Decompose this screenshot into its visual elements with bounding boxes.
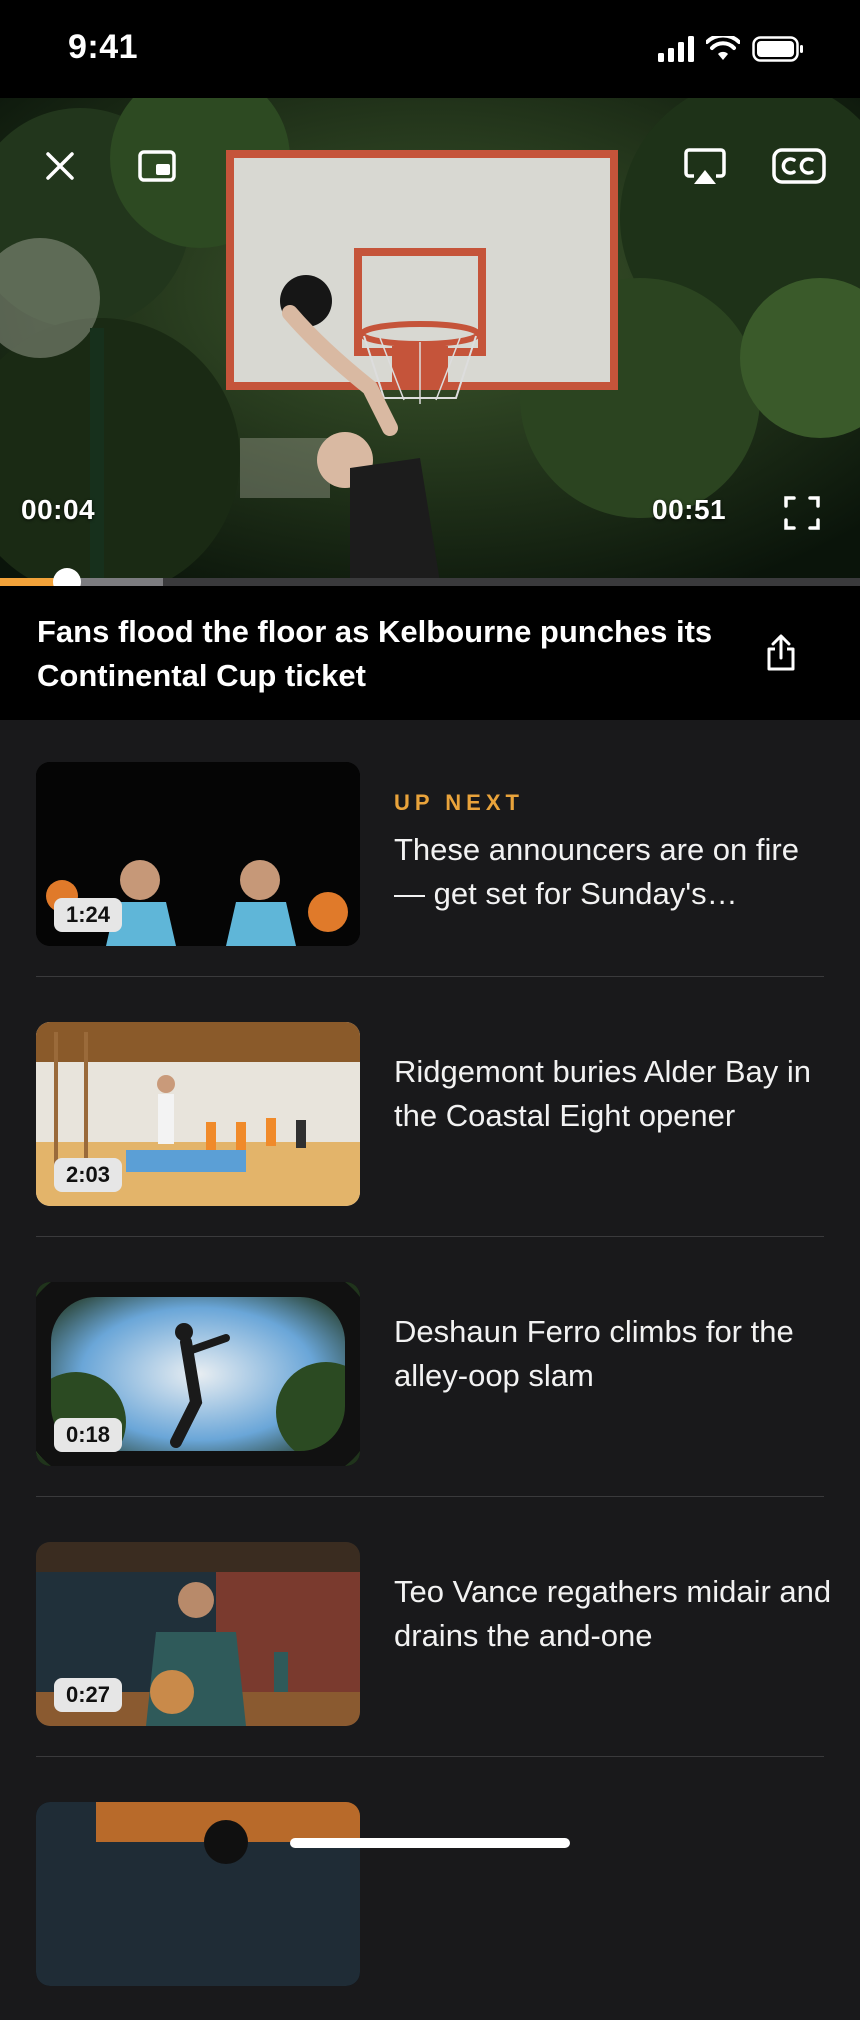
video-duration: 1:24 bbox=[54, 898, 123, 932]
picture-in-picture-icon[interactable] bbox=[138, 150, 176, 182]
signal-icon bbox=[658, 36, 694, 62]
video-frame bbox=[0, 98, 860, 582]
remaining-time: 00:51 bbox=[652, 494, 727, 525]
video-item-title: These announcers are on fire — get set f… bbox=[394, 832, 799, 911]
video-player[interactable]: 00:04 00:51 bbox=[0, 98, 860, 582]
elapsed-time: 00:04 bbox=[21, 494, 96, 525]
close-icon[interactable] bbox=[44, 150, 76, 182]
share-icon[interactable] bbox=[766, 634, 796, 672]
list-item[interactable]: 0:27 Teo Vance regathers midair and drai… bbox=[0, 1500, 860, 1760]
thumbnail-image bbox=[36, 1802, 360, 1986]
divider bbox=[36, 1236, 824, 1237]
divider bbox=[36, 976, 824, 977]
video-thumbnail[interactable]: 2:03 bbox=[36, 1022, 360, 1206]
divider bbox=[36, 1496, 824, 1497]
status-bar: 9:41 bbox=[0, 0, 860, 98]
list-item-partial[interactable] bbox=[0, 1760, 860, 2020]
video-thumbnail[interactable] bbox=[36, 1802, 360, 1986]
video-item-title: Deshaun Ferro climbs for the alley-oop s… bbox=[394, 1314, 794, 1393]
airplay-icon[interactable] bbox=[684, 148, 726, 186]
fullscreen-icon[interactable] bbox=[784, 496, 820, 530]
video-title: Fans flood the floor as Kelbourne punche… bbox=[37, 614, 713, 693]
now-playing-header: Fans flood the floor as Kelbourne punche… bbox=[0, 586, 860, 720]
wifi-icon bbox=[706, 36, 740, 60]
up-next-label: UP NEXT bbox=[394, 790, 524, 815]
home-indicator[interactable] bbox=[290, 1838, 570, 1848]
progress-bar[interactable] bbox=[0, 568, 860, 596]
closed-captions-icon[interactable] bbox=[772, 148, 826, 184]
list-item[interactable]: 2:03 Ridgemont buries Alder Bay in the C… bbox=[0, 980, 860, 1240]
video-item-title: Ridgemont buries Alder Bay in the Coasta… bbox=[394, 1054, 812, 1133]
video-duration: 2:03 bbox=[54, 1158, 123, 1192]
video-item-title: Teo Vance regathers midair and drains th… bbox=[394, 1574, 832, 1653]
video-thumbnail[interactable]: 1:24 bbox=[36, 762, 360, 946]
video-thumbnail[interactable]: 0:27 bbox=[36, 1542, 360, 1726]
status-icons bbox=[658, 34, 804, 64]
battery-icon bbox=[752, 36, 803, 62]
video-duration: 0:18 bbox=[54, 1418, 123, 1452]
video-thumbnail[interactable]: 0:18 bbox=[36, 1282, 360, 1466]
status-time: 9:41 bbox=[68, 28, 139, 66]
video-duration: 0:27 bbox=[54, 1678, 123, 1712]
list-item[interactable]: 1:24 UP NEXT These announcers are on fir… bbox=[0, 720, 860, 980]
divider bbox=[36, 1756, 824, 1757]
list-item[interactable]: 0:18 Deshaun Ferro climbs for the alley-… bbox=[0, 1240, 860, 1500]
